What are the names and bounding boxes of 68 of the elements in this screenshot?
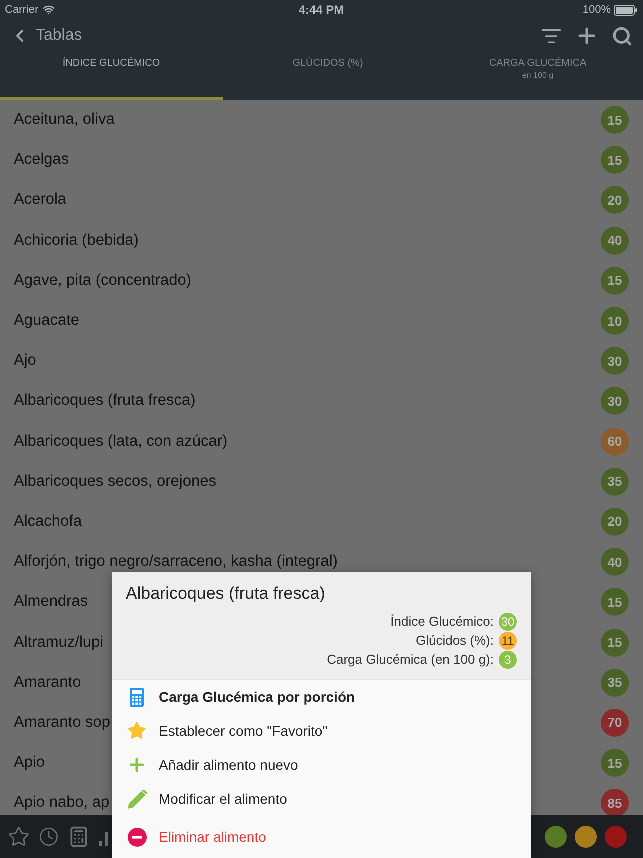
food-name[interactable]: Aguacate	[14, 312, 80, 330]
value-label: Carga Glucémica (en 100 g):	[327, 652, 494, 667]
wifi-icon	[42, 4, 55, 16]
food-name[interactable]: Apio nabo, ap	[14, 794, 110, 812]
battery-icon	[614, 4, 638, 16]
food-name[interactable]: Albaricoques (fruta fresca)	[14, 392, 196, 410]
star-icon[interactable]	[8, 826, 30, 848]
tab[interactable]: ÍNDICE GLUCÉMICO	[0, 52, 223, 100]
gi-badge: 35	[601, 468, 629, 496]
gi-badge: 10	[601, 307, 629, 336]
food-name[interactable]: Albaricoques (lata, con azúcar)	[14, 432, 228, 451]
gi-badge: 30	[601, 347, 629, 376]
food-name[interactable]: Amaranto sop	[14, 714, 110, 732]
plus-icon	[127, 755, 147, 775]
food-name[interactable]: Alforjón, trigo negro/sarraceno, kasha (integral)	[14, 553, 338, 572]
gi-badge: 20	[601, 186, 629, 214]
gi-badge: 20	[601, 508, 629, 536]
tab[interactable]: GLÚCIDOS (%)	[223, 52, 433, 100]
food-name[interactable]: Ajo	[14, 352, 36, 370]
star-icon	[127, 721, 147, 741]
battery-percent: 100%	[582, 4, 611, 16]
food-name[interactable]: Alcachofa	[14, 512, 82, 531]
gi-badge: 40	[601, 548, 629, 576]
gi-badge: 15	[601, 146, 629, 174]
gi-badge: 15	[601, 106, 629, 134]
color-filter-dot[interactable]	[545, 826, 567, 848]
gi-badge: 30	[601, 387, 629, 416]
minus-circle-icon	[128, 828, 146, 846]
tab[interactable]: CARGA GLUCÉMICA en 100 g	[433, 52, 643, 100]
gi-badge: 35	[601, 668, 629, 697]
clock-time: 4:44 PM	[298, 3, 344, 17]
calculator-icon[interactable]	[68, 826, 90, 848]
value-badge: 3	[499, 650, 517, 668]
menu-item[interactable]: Carga Glucémica por porción	[112, 680, 531, 714]
gi-badge: 15	[601, 749, 629, 778]
food-name[interactable]: Apio	[14, 754, 46, 772]
gi-badge: 15	[601, 628, 629, 657]
food-name[interactable]: Acelgas	[14, 151, 70, 170]
food-name[interactable]: Acerola	[14, 191, 67, 210]
food-name[interactable]: Albaricoques secos, orejones	[14, 472, 216, 491]
calculator-icon	[130, 688, 144, 706]
gi-badge: 60	[601, 428, 629, 456]
food-name[interactable]: Almendras	[14, 593, 88, 612]
gi-badge: 40	[601, 226, 629, 255]
value-badge: 30	[499, 612, 517, 630]
value-badge: 11	[499, 632, 517, 650]
food-name[interactable]: Amaranto	[14, 674, 82, 692]
value-label: Glúcidos (%):	[416, 633, 494, 648]
clock-icon[interactable]	[39, 826, 59, 846]
value-label: Índice Glucémico:	[390, 614, 494, 629]
food-name[interactable]: Achicoria (bebida)	[14, 232, 139, 250]
gi-badge: 15	[601, 588, 629, 616]
popup-title: Albaricoques (fruta fresca)	[126, 584, 326, 604]
search-icon[interactable]	[612, 26, 633, 46]
color-filter-dot[interactable]	[605, 826, 627, 848]
food-name[interactable]: Agave, pita (concentrado)	[14, 272, 192, 290]
menu-item[interactable]: Añadir alimento nuevo	[112, 748, 531, 782]
pencil-icon	[128, 790, 146, 808]
menu-item[interactable]: Establecer como "Favorito"	[112, 714, 531, 748]
color-filter-dot[interactable]	[575, 826, 597, 848]
gi-badge: 85	[601, 789, 629, 815]
gi-badge: 70	[601, 708, 629, 737]
back-button[interactable]: Tablas	[10, 26, 82, 46]
menu-item[interactable]: Modificar el alimento	[112, 782, 531, 816]
food-name[interactable]: Altramuz/lupi	[14, 634, 104, 652]
food-name[interactable]: Aceituna, oliva	[14, 111, 115, 130]
gi-badge: 15	[601, 266, 629, 295]
carrier-label: Carrier	[5, 4, 39, 16]
